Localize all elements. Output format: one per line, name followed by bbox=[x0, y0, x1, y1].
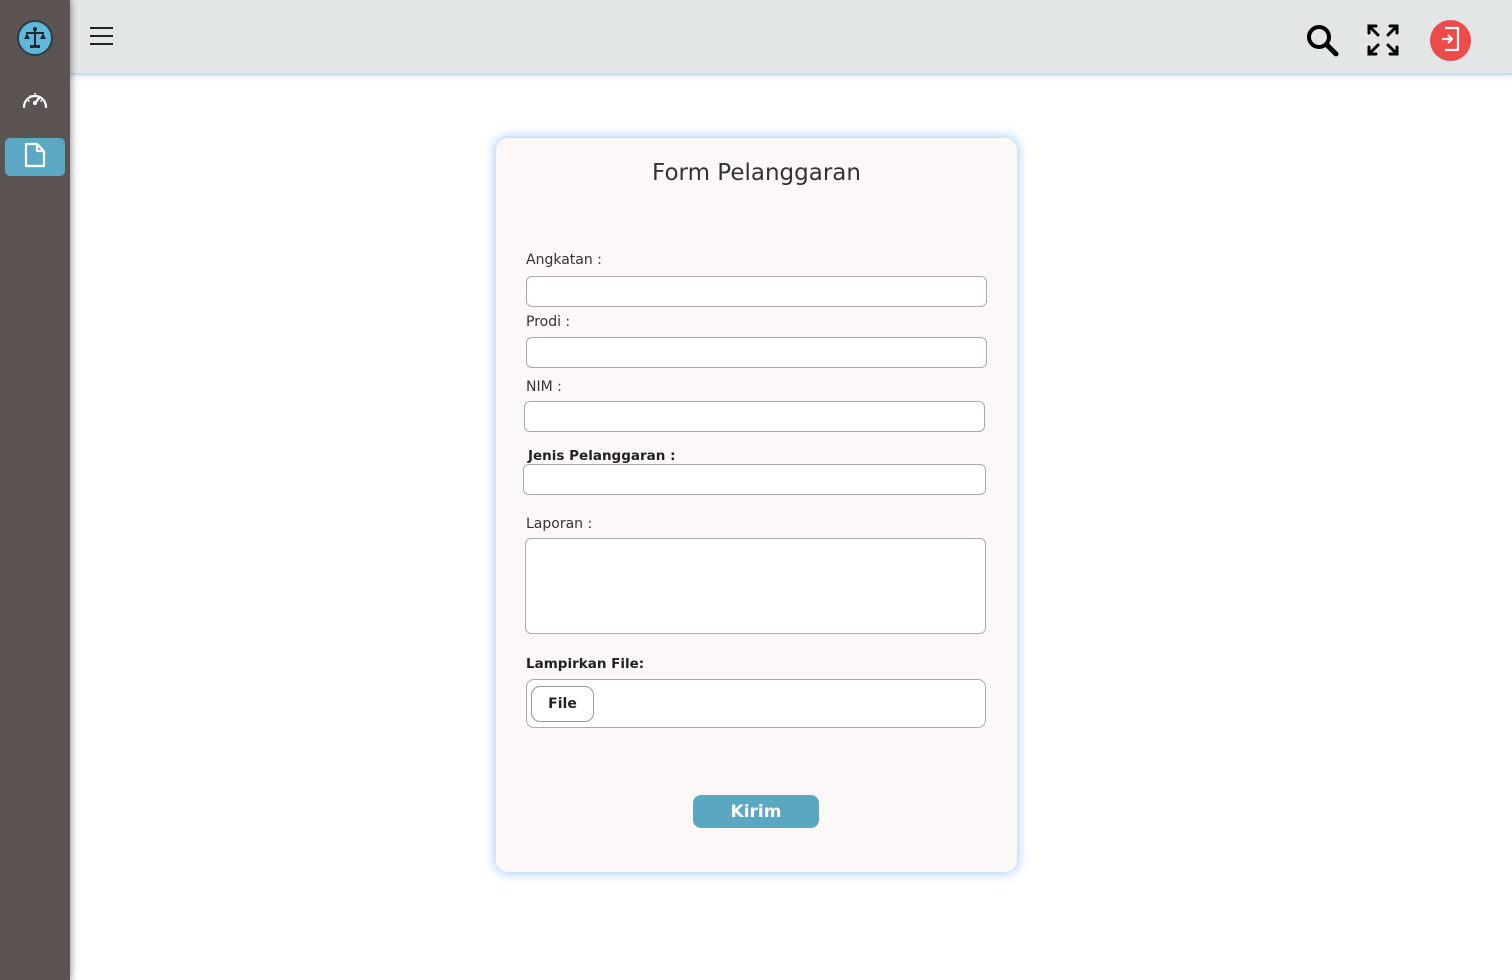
sidebar-item-dashboard[interactable] bbox=[5, 83, 65, 121]
angkatan-input[interactable] bbox=[526, 276, 987, 307]
prodi-label: Prodi : bbox=[526, 314, 571, 330]
hamburger-icon[interactable] bbox=[90, 27, 115, 47]
jenis-pelanggaran-label: Jenis Pelanggaran : bbox=[528, 448, 676, 464]
fullscreen-icon[interactable] bbox=[1365, 22, 1401, 58]
nim-input[interactable] bbox=[524, 401, 985, 432]
topbar bbox=[70, 0, 1512, 75]
logout-icon bbox=[1440, 26, 1462, 56]
scales-of-justice-icon[interactable] bbox=[17, 20, 53, 56]
sidebar-item-form[interactable] bbox=[5, 138, 65, 176]
submit-button[interactable]: Kirim bbox=[693, 795, 819, 828]
speedometer-icon bbox=[21, 88, 49, 116]
logout-button[interactable] bbox=[1430, 20, 1471, 61]
laporan-label: Laporan : bbox=[526, 516, 593, 532]
lampirkan-file-label: Lampirkan File: bbox=[526, 656, 645, 672]
file-upload-field[interactable]: File bbox=[526, 679, 986, 728]
jenis-pelanggaran-input[interactable] bbox=[523, 464, 986, 495]
nim-label: NIM : bbox=[526, 379, 562, 395]
file-button[interactable]: File bbox=[531, 686, 594, 722]
search-icon[interactable] bbox=[1304, 22, 1340, 58]
sidebar bbox=[0, 0, 70, 980]
form-card: Form Pelanggaran Angkatan : Prodi : NIM … bbox=[496, 138, 1017, 872]
prodi-input[interactable] bbox=[526, 337, 987, 368]
form-title: Form Pelanggaran bbox=[652, 160, 861, 186]
document-icon bbox=[24, 142, 46, 172]
laporan-textarea[interactable] bbox=[525, 538, 986, 634]
angkatan-label: Angkatan : bbox=[526, 252, 602, 268]
